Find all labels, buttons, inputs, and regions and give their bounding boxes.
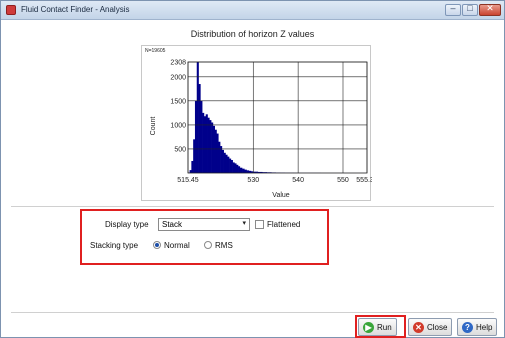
- histogram-bar: [239, 167, 243, 173]
- histogram-bar: [220, 146, 223, 173]
- y-tick-label: 1000: [170, 122, 186, 129]
- histogram-bar: [236, 164, 239, 173]
- display-type-label: Display type: [105, 220, 149, 229]
- y-axis-label: Count: [150, 117, 157, 136]
- chart-title: Distribution of horizon Z values: [190, 29, 315, 39]
- x-tick-label: 555.35: [356, 177, 372, 184]
- separator-bottom: [11, 312, 494, 313]
- help-label: Help: [476, 322, 493, 332]
- flattened-checkbox[interactable]: [255, 220, 264, 229]
- histogram-bar: [191, 160, 194, 173]
- histogram-bar: [225, 154, 228, 173]
- display-type-value: Stack: [162, 220, 183, 229]
- close-icon: ✕: [486, 3, 494, 13]
- histogram-bar: [189, 170, 192, 173]
- histogram-bar: [230, 160, 233, 173]
- histogram-bar: [216, 133, 219, 173]
- maximize-icon: □: [467, 3, 473, 13]
- help-icon: ?: [462, 321, 473, 333]
- minimize-button[interactable]: –: [445, 3, 461, 16]
- histogram-bar: [229, 158, 232, 173]
- histogram-bar: [212, 125, 215, 173]
- help-button[interactable]: ? Help: [457, 318, 498, 336]
- histogram-bar: [196, 62, 199, 173]
- histogram-bar: [218, 141, 221, 173]
- y-tick-label: 2308: [170, 60, 186, 67]
- maximize-button[interactable]: □: [462, 3, 478, 16]
- histogram-bar: [202, 112, 205, 173]
- y-axis-ticks: 500 1000 1500 2000 2308: [170, 60, 186, 154]
- separator-top: [11, 206, 494, 207]
- title-bar[interactable]: Fluid Contact Finder - Analysis – □ ✕: [1, 1, 504, 20]
- y-tick-label: 2000: [170, 74, 186, 81]
- histogram-bars: [188, 62, 368, 173]
- histogram-bar: [214, 129, 217, 173]
- y-tick-label: 1500: [170, 98, 186, 105]
- x-tick-label: 515.45: [177, 177, 199, 184]
- histogram-bar: [232, 162, 235, 173]
- histogram-bar: [200, 100, 203, 173]
- x-axis-label: Value: [272, 192, 289, 199]
- stacking-normal-radio[interactable]: [153, 241, 161, 249]
- histogram-panel: N=19605 500 1000 1500 2000 2308 515.45 530 540…: [141, 45, 372, 201]
- sample-count-label: N=19605: [145, 48, 166, 54]
- histogram-bar: [211, 122, 214, 173]
- stacking-type-label: Stacking type: [90, 241, 139, 250]
- x-axis-ticks: 515.45 530 540 550 555.35: [177, 177, 372, 184]
- stacking-normal-label: Normal: [164, 241, 190, 250]
- histogram-bar: [238, 166, 241, 173]
- run-button[interactable]: ▶ Run: [358, 318, 397, 336]
- histogram-bar: [193, 139, 196, 173]
- histogram-bar: [209, 120, 212, 173]
- app-icon: [6, 5, 16, 15]
- close-label: Close: [427, 322, 448, 332]
- close-window-button[interactable]: ✕: [479, 3, 501, 16]
- stacking-rms-label: RMS: [215, 241, 233, 250]
- window-controls: – □ ✕: [445, 3, 501, 17]
- histogram-bar: [234, 163, 237, 173]
- histogram-bar: [221, 149, 224, 173]
- histogram-bar: [207, 117, 210, 173]
- display-type-select[interactable]: Stack ▾: [158, 218, 250, 231]
- x-tick-label: 550: [337, 177, 349, 184]
- minimize-icon: –: [450, 3, 456, 13]
- stacking-rms-radio[interactable]: [204, 241, 212, 249]
- x-tick-label: 540: [292, 177, 304, 184]
- analysis-window: Fluid Contact Finder - Analysis – □ ✕ Di…: [0, 0, 505, 338]
- histogram-chart: N=19605 500 1000 1500 2000 2308 515.45 530 540…: [145, 48, 372, 199]
- histogram-bar: [223, 152, 226, 173]
- dropdown-arrow-icon: ▾: [242, 220, 246, 227]
- close-button[interactable]: ✕ Close: [408, 318, 453, 336]
- flattened-label: Flattened: [267, 220, 301, 229]
- y-tick-label: 500: [174, 146, 186, 153]
- run-label: Run: [377, 322, 392, 332]
- histogram-bar: [205, 114, 208, 173]
- histogram-bar: [242, 168, 245, 173]
- x-tick-label: 530: [247, 177, 259, 184]
- window-title: Fluid Contact Finder - Analysis: [21, 5, 130, 14]
- histogram-bar: [244, 169, 247, 173]
- histogram-bar: [227, 156, 230, 173]
- run-icon: ▶: [363, 321, 374, 333]
- histogram-bar: [194, 100, 198, 173]
- close-circle-icon: ✕: [413, 321, 424, 333]
- histogram-bar: [198, 84, 201, 173]
